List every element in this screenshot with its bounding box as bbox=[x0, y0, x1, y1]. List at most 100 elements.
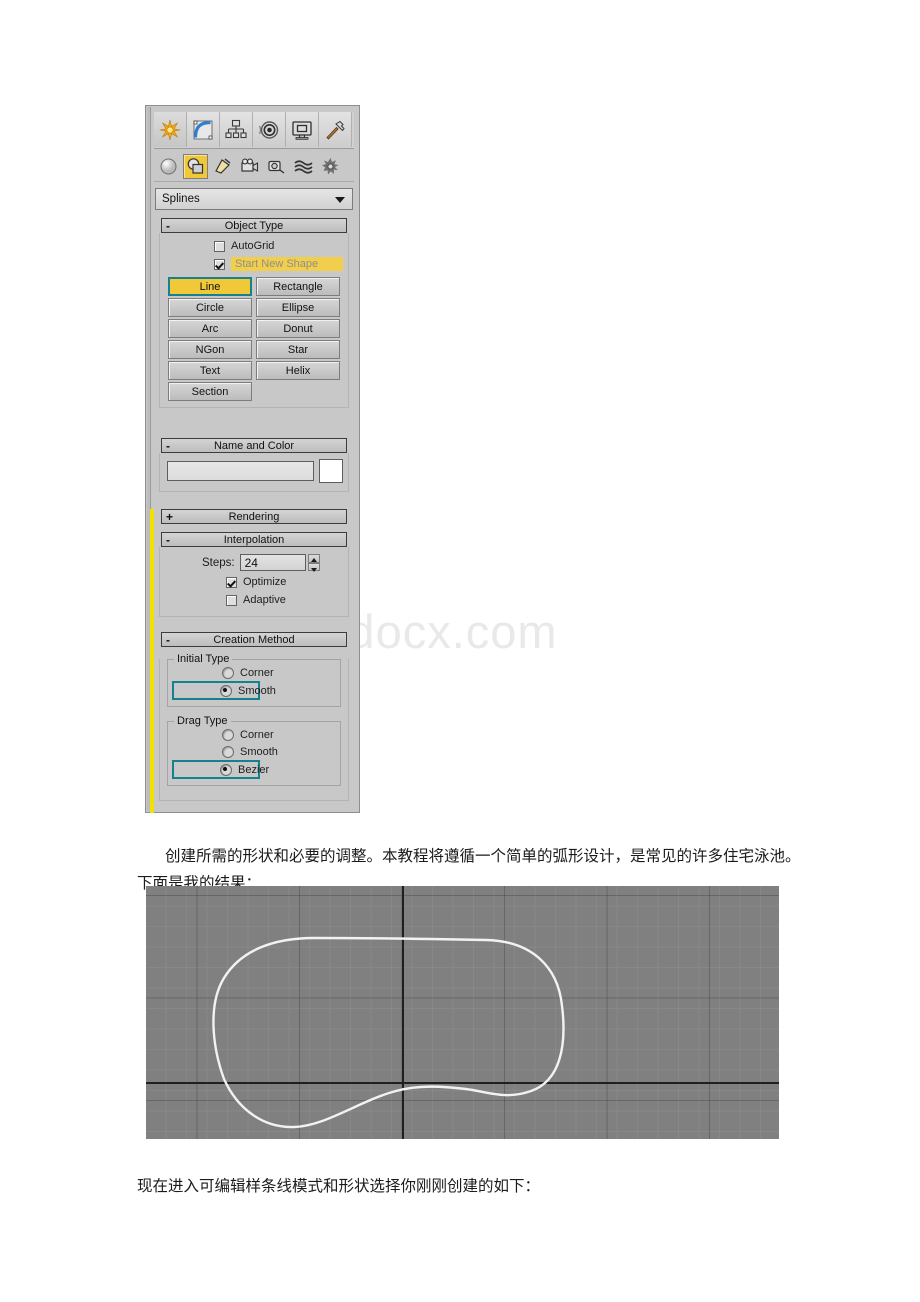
lights-category[interactable] bbox=[210, 154, 235, 179]
initial-type-group: Initial Type Corner Smooth bbox=[167, 653, 341, 707]
hierarchy-icon bbox=[225, 119, 247, 138]
drag-type-smooth-radio[interactable] bbox=[222, 745, 234, 758]
creation-method-header[interactable]: - Creation Method bbox=[161, 632, 347, 647]
creation-method-title: Creation Method bbox=[213, 633, 295, 646]
interpolation-toggle-sign: - bbox=[166, 533, 170, 547]
optimize-label: Optimize bbox=[243, 576, 287, 588]
drag-type-smooth-label: Smooth bbox=[240, 745, 278, 758]
systems-category[interactable] bbox=[318, 154, 343, 179]
section-button[interactable]: Section bbox=[168, 382, 252, 401]
arc-button[interactable]: Arc bbox=[168, 319, 252, 338]
drag-type-bezier-row[interactable]: Bezier bbox=[172, 760, 269, 779]
sphere-icon bbox=[160, 158, 177, 175]
shapes-icon bbox=[187, 158, 204, 174]
panel-scroll-strip[interactable] bbox=[150, 509, 154, 813]
name-and-color-toggle-sign: - bbox=[166, 439, 170, 453]
optimize-checkbox[interactable] bbox=[226, 576, 237, 588]
arc-bend-icon bbox=[193, 120, 213, 139]
object-category-dropdown[interactable]: Splines bbox=[155, 188, 353, 210]
creation-method-rollout: - Creation Method Initial Type Corner Sm… bbox=[155, 632, 353, 801]
drag-type-group: Drag Type Corner Smooth Bezier bbox=[167, 715, 341, 786]
motion-tab[interactable] bbox=[253, 112, 286, 147]
viewport-image bbox=[146, 886, 779, 1139]
name-and-color-body bbox=[159, 453, 349, 492]
helix-button[interactable]: Helix bbox=[256, 361, 340, 380]
initial-type-label: Initial Type bbox=[174, 653, 233, 665]
steps-spinner[interactable] bbox=[307, 554, 320, 572]
name-and-color-rollout: - Name and Color bbox=[155, 438, 353, 492]
adaptive-checkbox[interactable] bbox=[226, 594, 237, 606]
autogrid-row[interactable]: AutoGrid bbox=[160, 238, 348, 254]
waves-icon bbox=[294, 160, 313, 174]
paragraph-below-viewport: 现在进入可编辑样条线模式和形状选择你刚刚创建的如下： bbox=[137, 1176, 541, 1195]
command-panel: Splines - Object Type AutoGrid Start New… bbox=[145, 105, 360, 813]
ngon-button[interactable]: NGon bbox=[168, 340, 252, 359]
drag-type-corner-radio[interactable] bbox=[222, 728, 234, 741]
initial-type-smooth-row[interactable]: Smooth bbox=[172, 681, 276, 700]
create-tab[interactable] bbox=[154, 112, 187, 147]
interpolation-rollout: - Interpolation Steps: 24 Optimize Adapt… bbox=[155, 532, 353, 617]
line-button[interactable]: Line bbox=[168, 277, 252, 296]
object-type-header[interactable]: - Object Type bbox=[161, 218, 347, 233]
geometry-category[interactable] bbox=[156, 154, 181, 179]
category-buttons bbox=[154, 152, 354, 182]
initial-type-corner-label: Corner bbox=[240, 666, 274, 679]
drag-type-corner-label: Corner bbox=[240, 728, 274, 741]
spline-shape bbox=[212, 936, 565, 1129]
rendering-rollout: + Rendering bbox=[155, 509, 353, 524]
initial-type-smooth-radio[interactable] bbox=[220, 684, 232, 697]
rendering-header[interactable]: + Rendering bbox=[161, 509, 347, 524]
autogrid-checkbox[interactable] bbox=[214, 240, 225, 252]
interpolation-body: Steps: 24 Optimize Adaptive bbox=[159, 547, 349, 617]
object-type-toggle-sign: - bbox=[166, 219, 170, 233]
initial-type-corner-radio[interactable] bbox=[222, 666, 234, 679]
command-panel-tabs bbox=[154, 112, 354, 149]
creation-method-toggle-sign: - bbox=[166, 633, 170, 647]
initial-type-corner-row[interactable]: Corner bbox=[174, 664, 334, 681]
steps-label: Steps: bbox=[202, 556, 235, 569]
start-new-shape-checkbox[interactable] bbox=[214, 258, 225, 270]
tape-measure-icon bbox=[268, 160, 285, 174]
interpolation-header[interactable]: - Interpolation bbox=[161, 532, 347, 547]
object-type-title: Object Type bbox=[224, 219, 284, 232]
object-type-body: AutoGrid Start New Shape Line Rectangle … bbox=[159, 233, 349, 408]
adaptive-row[interactable]: Adaptive bbox=[160, 592, 348, 616]
initial-type-smooth-label: Smooth bbox=[238, 684, 276, 697]
shapes-category[interactable] bbox=[183, 154, 208, 179]
ellipse-button[interactable]: Ellipse bbox=[256, 298, 340, 317]
drag-type-smooth-row[interactable]: Smooth bbox=[174, 743, 334, 760]
hierarchy-tab[interactable] bbox=[220, 112, 253, 147]
interpolation-title: Interpolation bbox=[223, 533, 285, 546]
wheel-icon bbox=[258, 120, 279, 139]
optimize-row[interactable]: Optimize bbox=[160, 574, 348, 590]
object-category-value: Splines bbox=[162, 193, 200, 205]
object-type-rollout: - Object Type AutoGrid Start New Shape L… bbox=[155, 218, 353, 408]
camera-icon bbox=[241, 158, 259, 172]
gear-sun-icon bbox=[322, 158, 339, 175]
adaptive-label: Adaptive bbox=[243, 594, 286, 606]
rectangle-button[interactable]: Rectangle bbox=[256, 277, 340, 296]
start-new-shape-label: Start New Shape bbox=[231, 257, 343, 271]
cameras-category[interactable] bbox=[237, 154, 262, 179]
utilities-tab[interactable] bbox=[319, 112, 352, 147]
drag-type-corner-row[interactable]: Corner bbox=[174, 726, 334, 743]
helpers-category[interactable] bbox=[264, 154, 289, 179]
modify-tab[interactable] bbox=[187, 112, 220, 147]
star-icon bbox=[159, 119, 181, 140]
rendering-title: Rendering bbox=[228, 510, 280, 523]
text-button[interactable]: Text bbox=[168, 361, 252, 380]
name-and-color-header[interactable]: - Name and Color bbox=[161, 438, 347, 453]
donut-button[interactable]: Donut bbox=[256, 319, 340, 338]
rendering-toggle-sign: + bbox=[166, 510, 174, 524]
hammer-icon bbox=[326, 120, 345, 140]
space-warps-category[interactable] bbox=[291, 154, 316, 179]
start-new-shape-row[interactable]: Start New Shape bbox=[160, 256, 348, 272]
display-tab[interactable] bbox=[286, 112, 319, 147]
star-button[interactable]: Star bbox=[256, 340, 340, 359]
drag-type-bezier-label: Bezier bbox=[238, 763, 270, 776]
circle-button[interactable]: Circle bbox=[168, 298, 252, 317]
steps-input[interactable]: 24 bbox=[239, 554, 306, 571]
object-color-swatch[interactable] bbox=[319, 459, 343, 483]
object-name-input[interactable] bbox=[167, 461, 314, 481]
drag-type-bezier-radio[interactable] bbox=[220, 763, 232, 776]
